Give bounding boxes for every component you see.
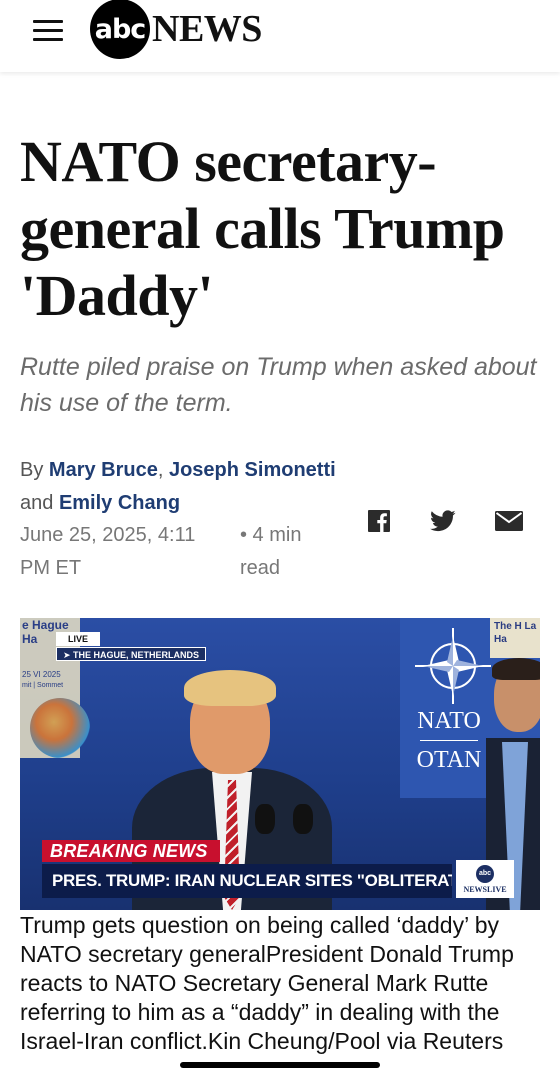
abc-news-logo[interactable]: abc NEWS (90, 0, 262, 59)
byline-and: and (20, 492, 54, 514)
nato-otan-sign: NATO OTAN (406, 708, 492, 773)
twitter-icon (430, 510, 456, 532)
microphones (245, 804, 325, 864)
news-ticker: PRES. TRUMP: IRAN NUCLEAR SITES "OBLITER… (42, 864, 452, 898)
byline-comma: , (157, 459, 164, 481)
publish-date: June 25, 2025, 4:11 PM ET (20, 524, 196, 579)
video-caption: Trump gets question on being called ‘dad… (20, 912, 514, 1054)
home-indicator[interactable] (180, 1062, 380, 1068)
byline: By Mary Bruce, Joseph Simonetti and Emil… (20, 454, 340, 520)
author-link-mary-bruce[interactable]: Mary Bruce (49, 459, 158, 481)
author-link-joseph-simonetti[interactable]: Joseph Simonetti (169, 459, 336, 481)
abc-news-live-logo: abc NEWSLIVE (456, 860, 514, 898)
ticker-logo-abc: abc (476, 864, 494, 883)
location-badge: ➤ THE HAGUE, NETHERLANDS (56, 647, 207, 661)
otan-text: OTAN (416, 747, 482, 773)
hamburger-menu-icon[interactable] (30, 16, 68, 46)
byline-prefix: By (20, 459, 44, 481)
site-header: abc NEWS (0, 0, 560, 72)
nato-text: NATO (417, 708, 481, 734)
backdrop-text-right: The H La Ha (494, 621, 537, 645)
video-player[interactable]: e Hague Ha 25 VI 2025 mit | Sommet The H… (20, 618, 540, 910)
email-icon (495, 511, 523, 531)
summit-logo-graphic (30, 698, 90, 758)
facebook-share-button[interactable] (364, 506, 394, 536)
read-time: • 4 min read (240, 524, 302, 579)
backdrop-banner-right: The H La Ha (490, 618, 540, 658)
nato-star-emblem (415, 628, 491, 704)
email-share-button[interactable] (494, 506, 524, 536)
logo-abc: abc (90, 0, 150, 59)
backdrop-date-left: 25 VI 2025 (22, 670, 61, 679)
author-link-emily-chang[interactable]: Emily Chang (59, 492, 180, 514)
live-badge: LIVE (56, 632, 100, 646)
facebook-icon (368, 510, 390, 532)
ticker-logo-text: NEWSLIVE (463, 884, 507, 894)
article-headline: NATO secretary-general calls Trump 'Dadd… (20, 129, 505, 328)
article-subhead: Rutte piled praise on Trump when asked a… (20, 353, 537, 417)
logo-news: NEWS (152, 8, 262, 50)
twitter-share-button[interactable] (428, 506, 458, 536)
breaking-news-banner: BREAKING NEWS (42, 840, 220, 862)
backdrop-sub-left: mit | Sommet (22, 682, 64, 689)
